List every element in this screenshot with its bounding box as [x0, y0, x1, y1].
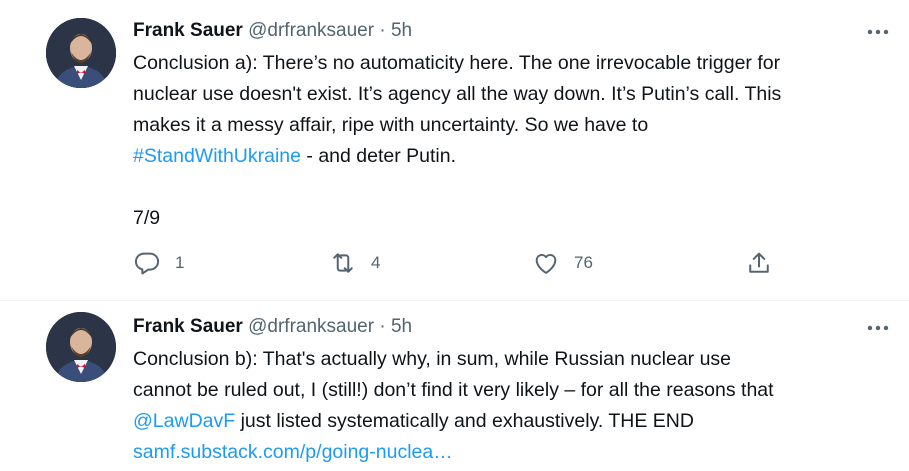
share-icon — [745, 249, 773, 277]
share-button[interactable] — [745, 248, 773, 278]
tweet-text-line: samf.substack.com/p/going-nuclea… — [133, 437, 893, 468]
tweet-text-fragment: just listed systematically and exhaustiv… — [235, 410, 694, 432]
tweet-text-fragment: - and deter Putin. — [301, 145, 457, 167]
author-handle[interactable]: @drfranksauer — [248, 316, 374, 337]
tweet-text-line: Conclusion a): There’s no automaticity h… — [133, 52, 781, 74]
retweet-count: 4 — [371, 253, 381, 272]
avatar[interactable] — [46, 312, 116, 382]
tweet-text-line: Conclusion b): That's actually why, in s… — [133, 348, 732, 370]
separator: · — [379, 316, 386, 337]
author-handle[interactable]: @drfranksauer — [248, 20, 374, 41]
tweet-text-line: @LawDavF just listed systematically and … — [133, 406, 893, 437]
timestamp[interactable]: 5h — [391, 20, 412, 41]
tweet-text-line: cannot be ruled out, I (still!) don’t fi… — [133, 379, 774, 401]
tweet: Frank Sauer @drfranksauer · 5h Conclusio… — [0, 0, 909, 300]
hashtag-link[interactable]: #StandWithUkraine — [133, 145, 301, 167]
action-bar: 1 4 76 — [133, 248, 893, 278]
reply-button[interactable]: 1 — [133, 248, 184, 278]
thread-counter: 7/9 — [133, 207, 161, 229]
retweet-button[interactable]: 4 — [329, 248, 380, 278]
retweet-icon — [329, 249, 357, 277]
tweet-header: Frank Sauer @drfranksauer · 5h — [133, 19, 412, 43]
more-icon[interactable] — [864, 316, 892, 340]
more-icon[interactable] — [864, 20, 892, 44]
tweet-text-spacer — [133, 172, 893, 203]
reply-count: 1 — [175, 253, 185, 272]
tweet-text-line: #StandWithUkraine - and deter Putin. — [133, 141, 893, 172]
tweet: Frank Sauer @drfranksauer · 5h Conclusio… — [0, 300, 909, 471]
like-icon — [532, 249, 560, 277]
like-count: 76 — [574, 253, 593, 272]
avatar[interactable] — [46, 18, 116, 88]
separator: · — [379, 20, 386, 41]
tweet-text: Conclusion a): There’s no automaticity h… — [133, 48, 893, 234]
author-name[interactable]: Frank Sauer — [133, 20, 243, 41]
tweet-text: Conclusion b): That's actually why, in s… — [133, 344, 893, 468]
url-link[interactable]: samf.substack.com/p/going-nuclea… — [133, 441, 453, 463]
tweet-text-line: makes it a messy affair, ripe with uncer… — [133, 114, 649, 136]
tweet-header: Frank Sauer @drfranksauer · 5h — [133, 315, 412, 339]
like-button[interactable]: 76 — [532, 248, 593, 278]
reply-icon — [133, 249, 161, 277]
tweet-text-line: nuclear use doesn't exist. It’s agency a… — [133, 83, 782, 105]
timestamp[interactable]: 5h — [391, 316, 412, 337]
author-name[interactable]: Frank Sauer — [133, 316, 243, 337]
mention-link[interactable]: @LawDavF — [133, 410, 235, 432]
